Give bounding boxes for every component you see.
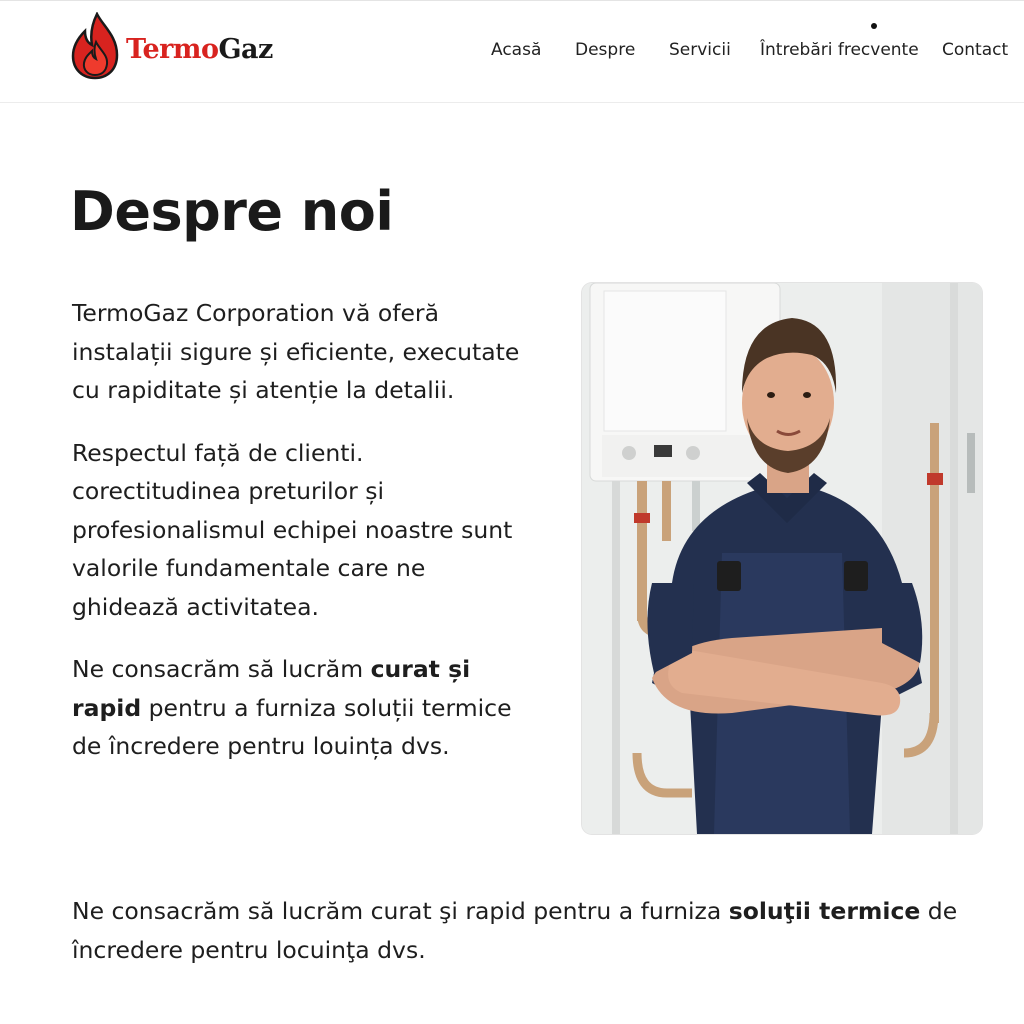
brand-name: TermoGaz (126, 34, 273, 65)
closing-text-bold: soluţii termice (728, 897, 921, 925)
page-title: Despre noi (70, 180, 394, 243)
site-header: TermoGaz Acasă Despre Servicii Întrebări… (0, 0, 1024, 103)
about-paragraph-2: Respectul față de clienti. corectitudine… (72, 438, 513, 621)
technician-illustration (582, 283, 982, 834)
closing-text-a: Ne consacrăm să lucrăm curat şi rapid pe… (72, 897, 729, 925)
brand-logo[interactable]: TermoGaz (70, 12, 273, 80)
technician-photo (582, 283, 982, 834)
about-paragraph-3: Ne consacrăm să lucrăm curat și rapid pe… (72, 650, 522, 766)
nav-item-servicii[interactable]: Servicii (669, 40, 731, 60)
nav-item-acasa[interactable]: Acasă (491, 40, 541, 60)
brand-name-part1: Termo (126, 34, 219, 65)
p3-text-a: Ne consacrăm să lucrăm (72, 655, 371, 683)
about-text: TermoGaz Corporation vă oferă instalații… (72, 294, 522, 790)
closing-statement: Ne consacrăm să lucrăm curat şi rapid pe… (72, 892, 972, 969)
nav-item-intrebari-frecvente[interactable]: Întrebări frecvente (760, 40, 919, 60)
nav-item-contact[interactable]: Contact (942, 40, 1008, 60)
about-paragraph-1: TermoGaz Corporation vă oferă instalații… (72, 299, 520, 404)
nav-item-despre[interactable]: Despre (575, 40, 635, 60)
brand-name-part2: Gaz (218, 34, 273, 65)
nav-indicator-dot (871, 23, 877, 29)
flame-icon (71, 12, 119, 80)
